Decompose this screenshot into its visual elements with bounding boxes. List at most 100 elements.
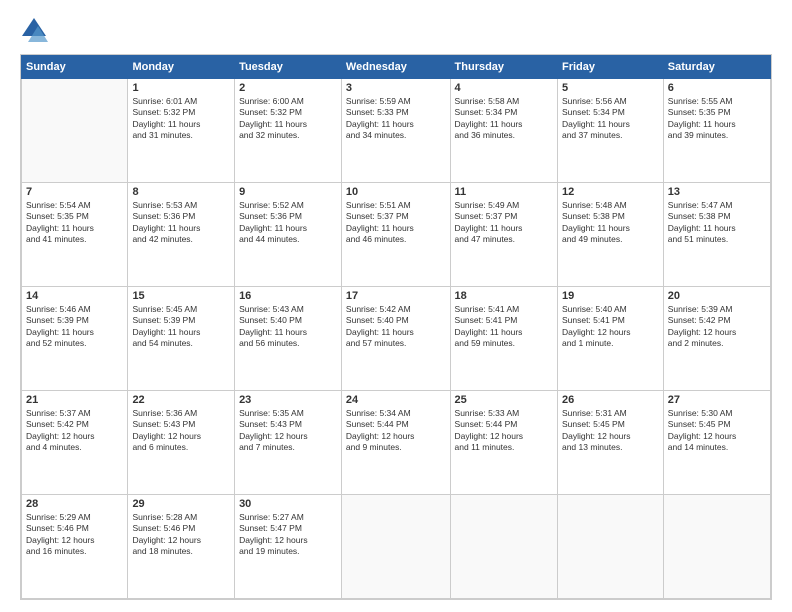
week-row-5: 28Sunrise: 5:29 AM Sunset: 5:46 PM Dayli… <box>22 495 771 599</box>
week-row-2: 7 Sunrise: 5:54 AM Sunset: 5:35 PM Daylig… <box>22 183 771 287</box>
calendar-cell: 24 Sunrise: 5:34 AM Sunset: 5:44 PM Dayli… <box>341 391 450 495</box>
calendar-cell: 27 Sunrise: 5:30 AM Sunset: 5:45 PM Dayli… <box>663 391 770 495</box>
day-number: 13 <box>668 186 766 198</box>
day-number: 12 <box>562 186 659 198</box>
calendar-cell: 10 Sunrise: 5:51 AM Sunset: 5:37 PM Dayli… <box>341 183 450 287</box>
day-detail: Sunrise: 5:42 AM Sunset: 5:40 PM Dayligh… <box>346 304 446 350</box>
calendar-cell: 14 Sunrise: 5:46 AM Sunset: 5:39 PM Dayli… <box>22 287 128 391</box>
day-number: 24 <box>346 394 446 406</box>
week-row-4: 21Sunrise: 5:37 AM Sunset: 5:42 PM Dayli… <box>22 391 771 495</box>
weekday-header-saturday: Saturday <box>663 56 770 79</box>
day-detail: Sunrise: 5:41 AM Sunset: 5:41 PM Dayligh… <box>455 304 553 350</box>
day-number: 21 <box>26 394 123 406</box>
calendar-table: SundayMondayTuesdayWednesdayThursdayFrid… <box>21 55 771 599</box>
calendar-cell: 5Sunrise: 5:56 AM Sunset: 5:34 PM Daylig… <box>557 79 663 183</box>
calendar-cell: 23Sunrise: 5:35 AM Sunset: 5:43 PM Dayli… <box>235 391 342 495</box>
week-row-3: 14 Sunrise: 5:46 AM Sunset: 5:39 PM Dayli… <box>22 287 771 391</box>
day-number: 29 <box>132 498 230 510</box>
day-detail: Sunrise: 5:43 AM Sunset: 5:40 PM Dayligh… <box>239 304 337 350</box>
day-number: 26 <box>562 394 659 406</box>
day-number: 10 <box>346 186 446 198</box>
day-detail: Sunrise: 5:47 AM Sunset: 5:38 PM Dayligh… <box>668 200 766 246</box>
calendar-cell: 18 Sunrise: 5:41 AM Sunset: 5:41 PM Dayli… <box>450 287 557 391</box>
weekday-header-sunday: Sunday <box>22 56 128 79</box>
calendar-cell: 16Sunrise: 5:43 AM Sunset: 5:40 PM Dayli… <box>235 287 342 391</box>
calendar-cell: 8 Sunrise: 5:53 AM Sunset: 5:36 PM Daylig… <box>128 183 235 287</box>
weekday-header-friday: Friday <box>557 56 663 79</box>
calendar-header: SundayMondayTuesdayWednesdayThursdayFrid… <box>22 56 771 79</box>
weekday-row: SundayMondayTuesdayWednesdayThursdayFrid… <box>22 56 771 79</box>
calendar-cell: 25 Sunrise: 5:33 AM Sunset: 5:44 PM Dayli… <box>450 391 557 495</box>
day-number: 22 <box>132 394 230 406</box>
calendar-cell <box>450 495 557 599</box>
calendar-cell: 1 Sunrise: 6:01 AM Sunset: 5:32 PM Daylig… <box>128 79 235 183</box>
header <box>20 16 772 44</box>
day-detail: Sunrise: 5:58 AM Sunset: 5:34 PM Dayligh… <box>455 96 553 142</box>
weekday-header-tuesday: Tuesday <box>235 56 342 79</box>
calendar-body: 1 Sunrise: 6:01 AM Sunset: 5:32 PM Daylig… <box>22 79 771 599</box>
day-detail: Sunrise: 5:54 AM Sunset: 5:35 PM Dayligh… <box>26 200 123 246</box>
day-detail: Sunrise: 5:46 AM Sunset: 5:39 PM Dayligh… <box>26 304 123 350</box>
day-detail: Sunrise: 5:45 AM Sunset: 5:39 PM Dayligh… <box>132 304 230 350</box>
calendar-cell: 17 Sunrise: 5:42 AM Sunset: 5:40 PM Dayli… <box>341 287 450 391</box>
calendar-cell: 13 Sunrise: 5:47 AM Sunset: 5:38 PM Dayli… <box>663 183 770 287</box>
calendar-cell <box>22 79 128 183</box>
day-number: 20 <box>668 290 766 302</box>
calendar-cell <box>557 495 663 599</box>
day-number: 25 <box>455 394 553 406</box>
day-detail: Sunrise: 5:31 AM Sunset: 5:45 PM Dayligh… <box>562 408 659 454</box>
day-number: 8 <box>132 186 230 198</box>
day-detail: Sunrise: 5:59 AM Sunset: 5:33 PM Dayligh… <box>346 96 446 142</box>
day-number: 19 <box>562 290 659 302</box>
day-number: 4 <box>455 82 553 94</box>
day-number: 14 <box>26 290 123 302</box>
weekday-header-thursday: Thursday <box>450 56 557 79</box>
day-detail: Sunrise: 5:36 AM Sunset: 5:43 PM Dayligh… <box>132 408 230 454</box>
day-detail: Sunrise: 5:40 AM Sunset: 5:41 PM Dayligh… <box>562 304 659 350</box>
day-number: 9 <box>239 186 337 198</box>
day-detail: Sunrise: 6:01 AM Sunset: 5:32 PM Dayligh… <box>132 96 230 142</box>
day-detail: Sunrise: 6:00 AM Sunset: 5:32 PM Dayligh… <box>239 96 337 142</box>
day-number: 11 <box>455 186 553 198</box>
day-number: 1 <box>132 82 230 94</box>
day-number: 2 <box>239 82 337 94</box>
day-detail: Sunrise: 5:51 AM Sunset: 5:37 PM Dayligh… <box>346 200 446 246</box>
calendar-cell: 9 Sunrise: 5:52 AM Sunset: 5:36 PM Daylig… <box>235 183 342 287</box>
calendar-cell: 30Sunrise: 5:27 AM Sunset: 5:47 PM Dayli… <box>235 495 342 599</box>
calendar-cell: 29 Sunrise: 5:28 AM Sunset: 5:46 PM Dayli… <box>128 495 235 599</box>
day-detail: Sunrise: 5:28 AM Sunset: 5:46 PM Dayligh… <box>132 512 230 558</box>
day-number: 28 <box>26 498 123 510</box>
day-number: 23 <box>239 394 337 406</box>
week-row-1: 1 Sunrise: 6:01 AM Sunset: 5:32 PM Daylig… <box>22 79 771 183</box>
day-number: 15 <box>132 290 230 302</box>
day-detail: Sunrise: 5:33 AM Sunset: 5:44 PM Dayligh… <box>455 408 553 454</box>
calendar-cell: 26 Sunrise: 5:31 AM Sunset: 5:45 PM Dayli… <box>557 391 663 495</box>
day-detail: Sunrise: 5:56 AM Sunset: 5:34 PM Dayligh… <box>562 96 659 142</box>
day-detail: Sunrise: 5:34 AM Sunset: 5:44 PM Dayligh… <box>346 408 446 454</box>
calendar-cell: 19 Sunrise: 5:40 AM Sunset: 5:41 PM Dayli… <box>557 287 663 391</box>
calendar-cell: 21Sunrise: 5:37 AM Sunset: 5:42 PM Dayli… <box>22 391 128 495</box>
calendar: SundayMondayTuesdayWednesdayThursdayFrid… <box>20 54 772 600</box>
day-number: 30 <box>239 498 337 510</box>
day-number: 27 <box>668 394 766 406</box>
calendar-cell: 22 Sunrise: 5:36 AM Sunset: 5:43 PM Dayli… <box>128 391 235 495</box>
day-detail: Sunrise: 5:49 AM Sunset: 5:37 PM Dayligh… <box>455 200 553 246</box>
day-number: 17 <box>346 290 446 302</box>
day-detail: Sunrise: 5:30 AM Sunset: 5:45 PM Dayligh… <box>668 408 766 454</box>
day-number: 3 <box>346 82 446 94</box>
logo-icon <box>20 16 48 44</box>
page: SundayMondayTuesdayWednesdayThursdayFrid… <box>0 0 792 612</box>
day-number: 6 <box>668 82 766 94</box>
day-detail: Sunrise: 5:55 AM Sunset: 5:35 PM Dayligh… <box>668 96 766 142</box>
day-number: 18 <box>455 290 553 302</box>
calendar-cell: 7 Sunrise: 5:54 AM Sunset: 5:35 PM Daylig… <box>22 183 128 287</box>
calendar-cell: 2 Sunrise: 6:00 AM Sunset: 5:32 PM Daylig… <box>235 79 342 183</box>
calendar-cell: 12 Sunrise: 5:48 AM Sunset: 5:38 PM Dayli… <box>557 183 663 287</box>
day-detail: Sunrise: 5:53 AM Sunset: 5:36 PM Dayligh… <box>132 200 230 246</box>
day-detail: Sunrise: 5:48 AM Sunset: 5:38 PM Dayligh… <box>562 200 659 246</box>
calendar-cell: 4 Sunrise: 5:58 AM Sunset: 5:34 PM Daylig… <box>450 79 557 183</box>
day-number: 7 <box>26 186 123 198</box>
day-detail: Sunrise: 5:52 AM Sunset: 5:36 PM Dayligh… <box>239 200 337 246</box>
calendar-cell <box>341 495 450 599</box>
weekday-header-monday: Monday <box>128 56 235 79</box>
